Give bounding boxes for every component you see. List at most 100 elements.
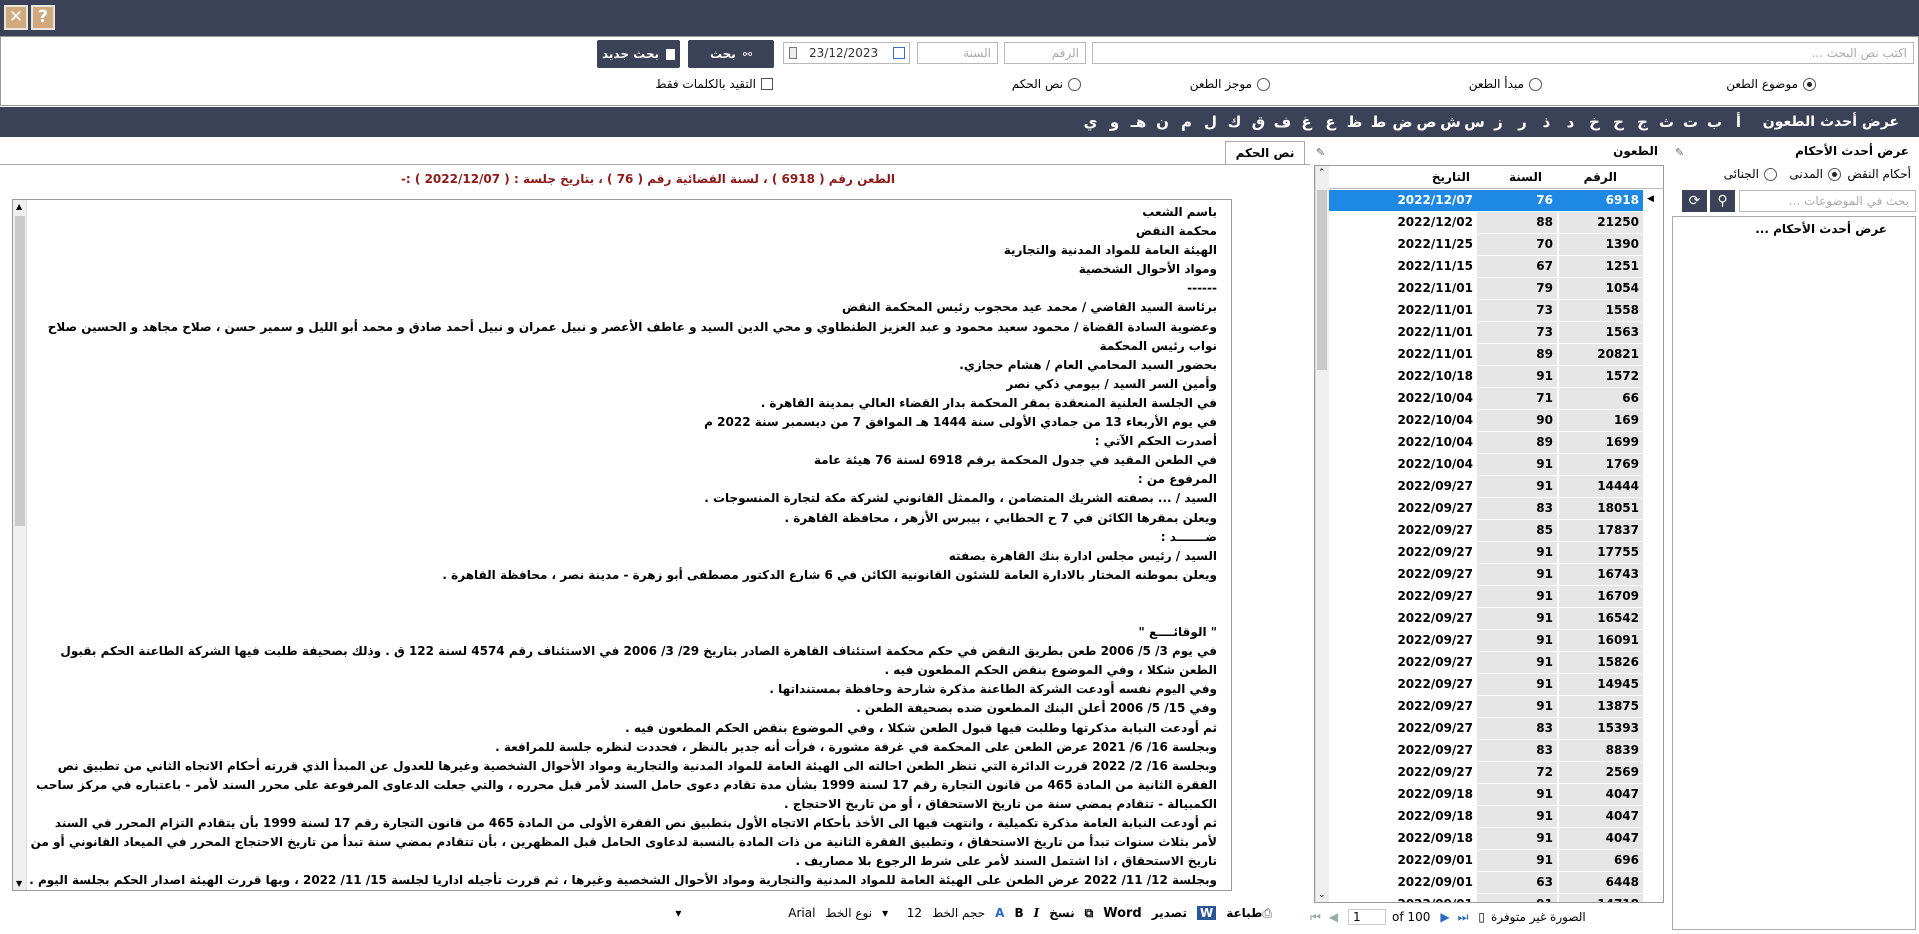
first-page-icon[interactable]: ⏮ bbox=[1310, 910, 1321, 925]
table-row[interactable]: 20821 89 2022/11/01 bbox=[1329, 344, 1643, 365]
letter-button[interactable]: ح bbox=[1608, 112, 1629, 132]
letter-button[interactable]: ز bbox=[1488, 112, 1509, 132]
table-row[interactable]: 17837 85 2022/09/27 bbox=[1329, 520, 1643, 541]
letter-button[interactable]: س bbox=[1464, 112, 1485, 132]
table-row[interactable]: 15393 83 2022/09/27 bbox=[1329, 718, 1643, 739]
table-row[interactable]: 14718 91 2022/09/01 bbox=[1329, 894, 1643, 902]
prev-page-icon[interactable]: ◀ bbox=[1329, 910, 1338, 924]
letter-button[interactable]: م bbox=[1176, 112, 1197, 132]
table-row[interactable]: 1699 89 2022/10/04 bbox=[1329, 432, 1643, 453]
doc-scrollbar[interactable]: ▲ ▼ bbox=[13, 200, 27, 890]
exact-words-checkbox[interactable]: التقيد بالكلمات فقط bbox=[655, 77, 773, 91]
date-picker[interactable]: 23/12/2023 bbox=[783, 42, 910, 64]
letter-button[interactable]: ط bbox=[1368, 112, 1389, 132]
letter-button[interactable]: ر bbox=[1512, 112, 1533, 132]
table-row[interactable]: 4047 91 2022/09/18 bbox=[1329, 806, 1643, 827]
letter-button[interactable]: ن bbox=[1152, 112, 1173, 132]
letter-button[interactable]: ب bbox=[1704, 112, 1725, 132]
font-size-select[interactable]: 12 ▾ bbox=[882, 906, 922, 920]
letter-button[interactable]: ف bbox=[1272, 112, 1293, 132]
radio-criminal[interactable]: الجنائى bbox=[1724, 167, 1777, 181]
table-row[interactable]: 15826 91 2022/09/27 bbox=[1329, 652, 1643, 673]
page-input[interactable]: 1 bbox=[1348, 909, 1387, 925]
scroll-thumb[interactable] bbox=[15, 216, 25, 526]
scroll-down-icon[interactable]: ⌄ bbox=[1318, 890, 1326, 900]
printer-icon[interactable]: ⎙ bbox=[1262, 906, 1272, 921]
table-row[interactable]: 2569 72 2022/09/27 bbox=[1329, 762, 1643, 783]
table-row[interactable]: 16743 91 2022/09/27 bbox=[1329, 564, 1643, 585]
table-row[interactable]: 1558 73 2022/11/01 bbox=[1329, 300, 1643, 321]
latest-appeals-link[interactable]: عرض أحدث الطعون bbox=[1763, 114, 1899, 130]
column-date[interactable]: التاريخ bbox=[1432, 170, 1470, 184]
number-input[interactable]: الرقم bbox=[1004, 42, 1086, 64]
table-row[interactable]: 4047 91 2022/09/18 bbox=[1329, 784, 1643, 805]
close-button[interactable]: ✕ bbox=[4, 5, 28, 30]
table-row[interactable]: 1572 91 2022/10/18 bbox=[1329, 366, 1643, 387]
table-row[interactable]: 169 90 2022/10/04 bbox=[1329, 410, 1643, 431]
spinner-icon[interactable] bbox=[789, 47, 797, 59]
table-row[interactable]: 17755 91 2022/09/27 bbox=[1329, 542, 1643, 563]
search-text-input[interactable]: اكتب نص البحث ... bbox=[1092, 42, 1914, 64]
pin-icon[interactable]: ✎ bbox=[1316, 146, 1325, 159]
table-row[interactable]: 13875 91 2022/09/27 bbox=[1329, 696, 1643, 717]
search-icon[interactable]: ⚲ bbox=[1710, 190, 1735, 212]
search-button[interactable]: بحث ⚯ bbox=[688, 40, 774, 68]
letter-button[interactable]: ظ bbox=[1344, 112, 1365, 132]
radio-topic[interactable]: موضوع الطعن bbox=[1726, 77, 1816, 91]
letter-button[interactable]: ص bbox=[1416, 112, 1437, 132]
letter-button[interactable]: ش bbox=[1440, 112, 1461, 132]
table-row[interactable]: 4047 91 2022/09/18 bbox=[1329, 828, 1643, 849]
letter-button[interactable]: أ bbox=[1728, 112, 1749, 132]
table-row[interactable]: 16542 91 2022/09/27 bbox=[1329, 608, 1643, 629]
next-page-icon[interactable]: ▶ bbox=[1440, 910, 1449, 924]
table-row[interactable]: 1054 79 2022/11/01 bbox=[1329, 278, 1643, 299]
letter-button[interactable]: هـ bbox=[1128, 112, 1149, 132]
radio-principle[interactable]: مبدأ الطعن bbox=[1469, 77, 1542, 91]
pin-icon[interactable]: ✎ bbox=[1675, 146, 1684, 159]
year-input[interactable]: السنة bbox=[917, 42, 998, 64]
last-page-icon[interactable]: ⏭ bbox=[1458, 910, 1469, 925]
letter-button[interactable]: ج bbox=[1632, 112, 1653, 132]
letter-button[interactable]: خ bbox=[1584, 112, 1605, 132]
table-row[interactable]: 66 71 2022/10/04 bbox=[1329, 388, 1643, 409]
export-button[interactable]: تصدير bbox=[1152, 906, 1187, 920]
italic-button[interactable]: I bbox=[1034, 906, 1040, 920]
letter-button[interactable]: ك bbox=[1224, 112, 1245, 132]
radio-judgment-text[interactable]: نص الحكم bbox=[1012, 77, 1081, 91]
table-row[interactable]: 18051 83 2022/09/27 bbox=[1329, 498, 1643, 519]
letter-button[interactable]: غ bbox=[1296, 112, 1317, 132]
letter-button[interactable]: ق bbox=[1248, 112, 1269, 132]
table-row[interactable]: 6448 63 2022/09/01 bbox=[1329, 872, 1643, 893]
table-row[interactable]: 16091 91 2022/09/27 bbox=[1329, 630, 1643, 651]
grid-scrollbar[interactable]: ⌃ ⌄ bbox=[1315, 166, 1329, 902]
scroll-up-icon[interactable]: ▲ bbox=[16, 202, 22, 211]
tab-judgment-text[interactable]: نص الحكم bbox=[1225, 141, 1305, 165]
table-row[interactable]: 1390 70 2022/11/25 bbox=[1329, 234, 1643, 255]
column-year[interactable]: السنة bbox=[1509, 170, 1542, 184]
table-row[interactable]: 14444 91 2022/09/27 bbox=[1329, 476, 1643, 497]
table-row[interactable]: 8839 83 2022/09/27 bbox=[1329, 740, 1643, 761]
radio-summary[interactable]: موجز الطعن bbox=[1190, 77, 1270, 91]
letter-button[interactable]: ل bbox=[1200, 112, 1221, 132]
font-color-icon[interactable]: A bbox=[995, 906, 1004, 920]
letter-button[interactable]: ت bbox=[1680, 112, 1701, 132]
date-checkbox[interactable] bbox=[893, 47, 905, 59]
topic-search-input[interactable]: بحث في الموضوعات ... bbox=[1739, 190, 1916, 212]
radio-cassation[interactable]: أحكام النقض bbox=[1847, 167, 1911, 181]
scroll-up-icon[interactable]: ⌃ bbox=[1318, 168, 1326, 178]
table-row[interactable]: 1563 73 2022/11/01 bbox=[1329, 322, 1643, 343]
letter-button[interactable]: ي bbox=[1080, 112, 1101, 132]
refresh-icon[interactable]: ⟳ bbox=[1682, 190, 1707, 212]
table-row[interactable]: 6918 76 2022/12/07 bbox=[1329, 190, 1643, 211]
radio-civil[interactable]: المدنى bbox=[1789, 167, 1841, 181]
print-button[interactable]: طباعة bbox=[1226, 906, 1262, 920]
letter-button[interactable]: ض bbox=[1392, 112, 1413, 132]
table-row[interactable]: 21250 88 2022/12/02 bbox=[1329, 212, 1643, 233]
column-number[interactable]: الرقم bbox=[1584, 170, 1617, 184]
font-type-select[interactable]: Arial ▾ bbox=[675, 906, 815, 920]
tree-root-item[interactable]: عرض أحدث الأحكام ... bbox=[1755, 222, 1887, 236]
letter-button[interactable]: د bbox=[1560, 112, 1581, 132]
letter-button[interactable]: و bbox=[1104, 112, 1125, 132]
help-button[interactable]: ? bbox=[31, 5, 55, 30]
new-search-button[interactable]: بحث جديد bbox=[597, 40, 680, 68]
